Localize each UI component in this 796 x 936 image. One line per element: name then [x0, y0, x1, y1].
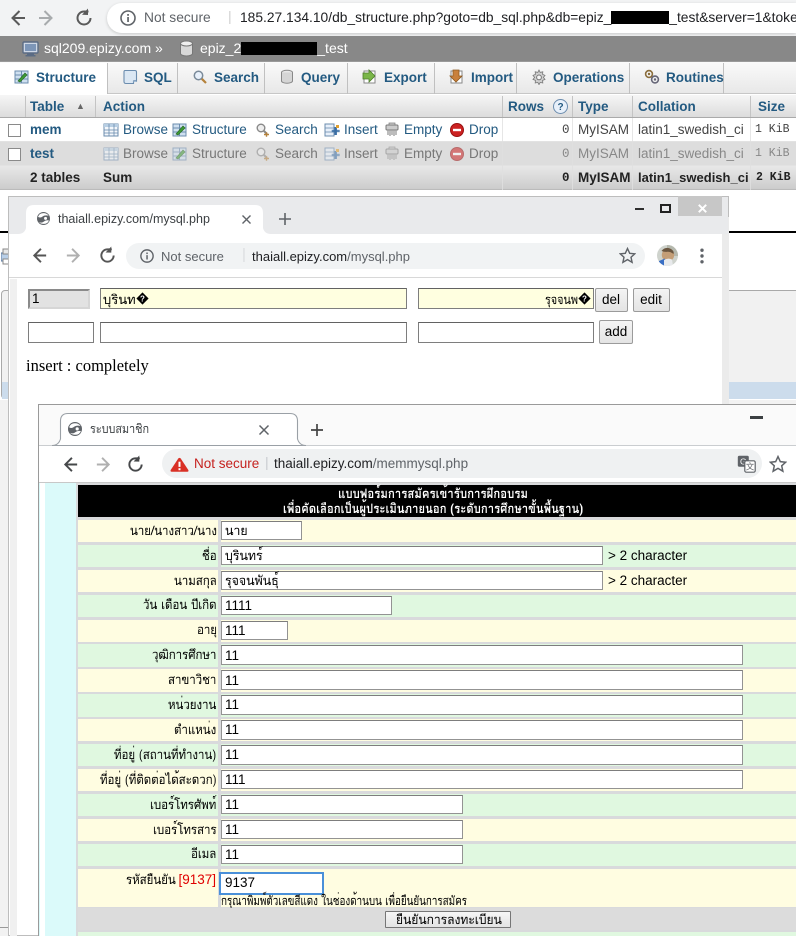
svg-text:?: ?	[582, 294, 587, 303]
svg-text:?: ?	[140, 294, 145, 303]
svg-text:?: ?	[557, 102, 563, 113]
svg-text:文: 文	[746, 462, 755, 472]
